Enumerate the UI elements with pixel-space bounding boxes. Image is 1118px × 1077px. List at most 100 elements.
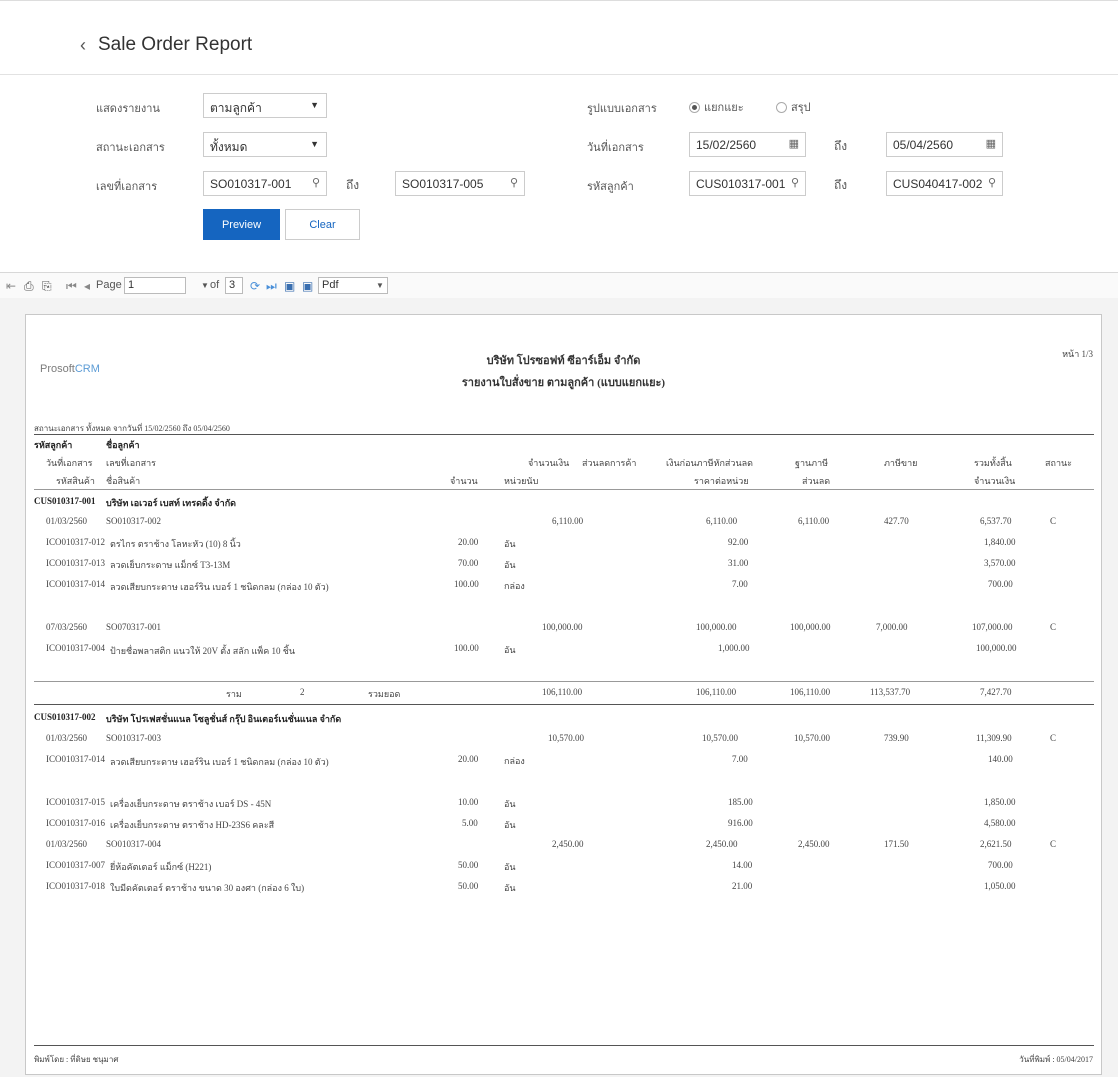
prev-first-icon[interactable]: ⏮ xyxy=(66,279,77,294)
line-unit: กล่อง xyxy=(504,581,525,591)
save-icon[interactable]: ▣ xyxy=(284,279,295,293)
docno-from-input[interactable]: SO010317-001 ⚲ xyxy=(203,171,327,196)
line-prod-code: ICO010317-004 xyxy=(46,643,105,653)
report-by-label: แสดงรายงาน xyxy=(96,103,160,115)
doc-status: C xyxy=(1050,516,1057,526)
header-total: รวมทั้งสิ้น xyxy=(974,458,1012,468)
date-to-value: 05/04/2560 xyxy=(893,138,954,152)
line-qty: 70.00 xyxy=(458,558,479,568)
customer-from-input[interactable]: CUS010317-001 ⚲ xyxy=(689,171,806,196)
total-pages: 3 xyxy=(225,277,243,294)
doc-vat: 7,000.00 xyxy=(876,622,908,632)
company-name: บริษัท โปรซอฟท์ ซีอาร์เอ็ม จำกัด xyxy=(486,355,641,367)
line-price: 7.00 xyxy=(732,754,748,764)
caret-down-icon[interactable]: ▼ xyxy=(201,281,209,290)
clear-button[interactable]: Clear xyxy=(285,209,360,240)
report-viewer[interactable]: หน้า 1/3 ProsoftCRM บริษัท โปรซอฟท์ ซีอา… xyxy=(0,298,1118,1077)
line-prod-code: ICO010317-016 xyxy=(46,818,105,828)
docno-to-input[interactable]: SO010317-005 ⚲ xyxy=(395,171,525,196)
line-amount: 700.00 xyxy=(988,579,1013,589)
doc-total: 2,621.50 xyxy=(980,839,1012,849)
customer-label: รหัสลูกค้า xyxy=(587,181,634,193)
line-qty: 20.00 xyxy=(458,754,479,764)
back-icon[interactable]: ‹ xyxy=(80,35,86,56)
line-amount: 700.00 xyxy=(988,860,1013,870)
format-detail-radio[interactable]: แยกแยะ xyxy=(689,98,744,116)
doc-status: C xyxy=(1050,733,1057,743)
doc-amount: 10,570.00 xyxy=(548,733,584,743)
customer-to-input[interactable]: CUS040417-002 ⚲ xyxy=(886,171,1003,196)
divider xyxy=(34,434,1094,435)
print-preview-icon[interactable]: ⎘ xyxy=(42,279,52,294)
customer-to-value: CUS040417-002 xyxy=(893,177,983,191)
header-line-amount: จำนวนเงิน xyxy=(974,476,1016,486)
last-page-icon[interactable]: ⏭ xyxy=(266,279,277,294)
doc-amount: 2,450.00 xyxy=(552,839,584,849)
doc-vat-base: 10,570.00 xyxy=(794,733,830,743)
line-qty: 50.00 xyxy=(458,860,479,870)
print-icon[interactable]: ⎙ xyxy=(24,279,34,294)
format-summary-label: สรุป xyxy=(791,102,811,114)
line-prod-name: ป้ายชื่อพลาสติก แนวให้ 20V ตั้ง สลัก แพ็… xyxy=(110,646,295,656)
doc-vat-base: 6,110.00 xyxy=(798,516,830,526)
line-unit: กล่อง xyxy=(504,756,525,766)
caret-down-icon: ▼ xyxy=(310,139,319,149)
format-label: รูปแบบเอกสาร xyxy=(587,103,657,115)
date-from-input[interactable]: 15/02/2560 ▦ xyxy=(689,132,806,157)
to-label: ถึง xyxy=(834,139,848,153)
divider xyxy=(34,681,1094,682)
line-prod-code: ICO010317-012 xyxy=(46,537,105,547)
calendar-icon[interactable]: ▦ xyxy=(789,137,799,150)
first-page-icon[interactable]: ⇤ xyxy=(6,279,16,293)
format-summary-radio[interactable]: สรุป xyxy=(776,98,811,116)
caret-down-icon[interactable]: ▼ xyxy=(376,281,384,290)
subtotal-amount: 106,110.00 xyxy=(542,687,583,697)
line-price: 92.00 xyxy=(728,537,749,547)
preview-button[interactable]: Preview xyxy=(203,209,280,240)
search-icon[interactable]: ⚲ xyxy=(510,176,518,189)
header-cust-code: รหัสลูกค้า xyxy=(34,440,73,450)
printed-date: วันที่พิมพ์ : 05/04/2017 xyxy=(1019,1055,1093,1064)
docno-to-value: SO010317-005 xyxy=(402,177,484,191)
line-prod-code: ICO010317-014 xyxy=(46,754,105,764)
line-qty: 100.00 xyxy=(454,643,479,653)
line-prod-code: ICO010317-014 xyxy=(46,579,105,589)
page-header: ‹ Sale Order Report xyxy=(0,0,1118,75)
caret-down-icon: ▼ xyxy=(310,100,319,110)
doc-vat: 739.90 xyxy=(884,733,909,743)
doc-total: 6,537.70 xyxy=(980,516,1012,526)
to-label: ถึง xyxy=(346,178,360,192)
line-unit: อัน xyxy=(504,883,516,893)
search-icon[interactable]: ⚲ xyxy=(988,176,996,189)
date-label: วันที่เอกสาร xyxy=(587,142,644,154)
status-select[interactable]: ทั้งหมด ▼ xyxy=(203,132,327,157)
status-label: สถานะเอกสาร xyxy=(96,142,165,154)
doc-before-vat: 10,570.00 xyxy=(702,733,738,743)
report-by-select[interactable]: ตามลูกค้า ▼ xyxy=(203,93,327,118)
search-icon[interactable]: ⚲ xyxy=(791,176,799,189)
line-qty: 10.00 xyxy=(458,797,479,807)
line-price: 21.00 xyxy=(732,881,753,891)
header-doc-date: วันที่เอกสาร xyxy=(46,458,93,468)
date-to-input[interactable]: 05/04/2560 ▦ xyxy=(886,132,1003,157)
report-subtitle: รายงานใบสั่งขาย ตามลูกค้า (แบบแยกแยะ) xyxy=(461,377,666,389)
subtotal-c2: 2 xyxy=(300,687,305,697)
search-icon[interactable]: ⚲ xyxy=(312,176,320,189)
line-amount: 4,580.00 xyxy=(984,818,1016,828)
header-doc-no: เลขที่เอกสาร xyxy=(106,458,156,468)
header-cust-name: ชื่อลูกค้า xyxy=(106,440,140,450)
calendar-icon[interactable]: ▦ xyxy=(986,137,996,150)
line-price: 916.00 xyxy=(728,818,753,828)
line-qty: 50.00 xyxy=(458,881,479,891)
page-number-input[interactable]: 1 xyxy=(124,277,186,294)
line-qty: 20.00 xyxy=(458,537,479,547)
line-prod-code: ICO010317-007 xyxy=(46,860,105,870)
export-icon[interactable]: ▣ xyxy=(302,279,313,293)
doc-date: 01/03/2560 xyxy=(46,839,88,849)
header-unit: หน่วยนับ xyxy=(504,476,539,486)
prev-page-icon[interactable]: ◂ xyxy=(84,279,90,293)
group-cust-code: CUS010317-001 xyxy=(34,496,96,506)
header-qty: จำนวน xyxy=(450,476,478,486)
next-page-icon[interactable]: ⟳ xyxy=(250,279,260,293)
line-prod-name: ลวดเสียบกระดาษ เฮอร์ริน เบอร์ 1 ชนิดกลม … xyxy=(110,582,329,592)
